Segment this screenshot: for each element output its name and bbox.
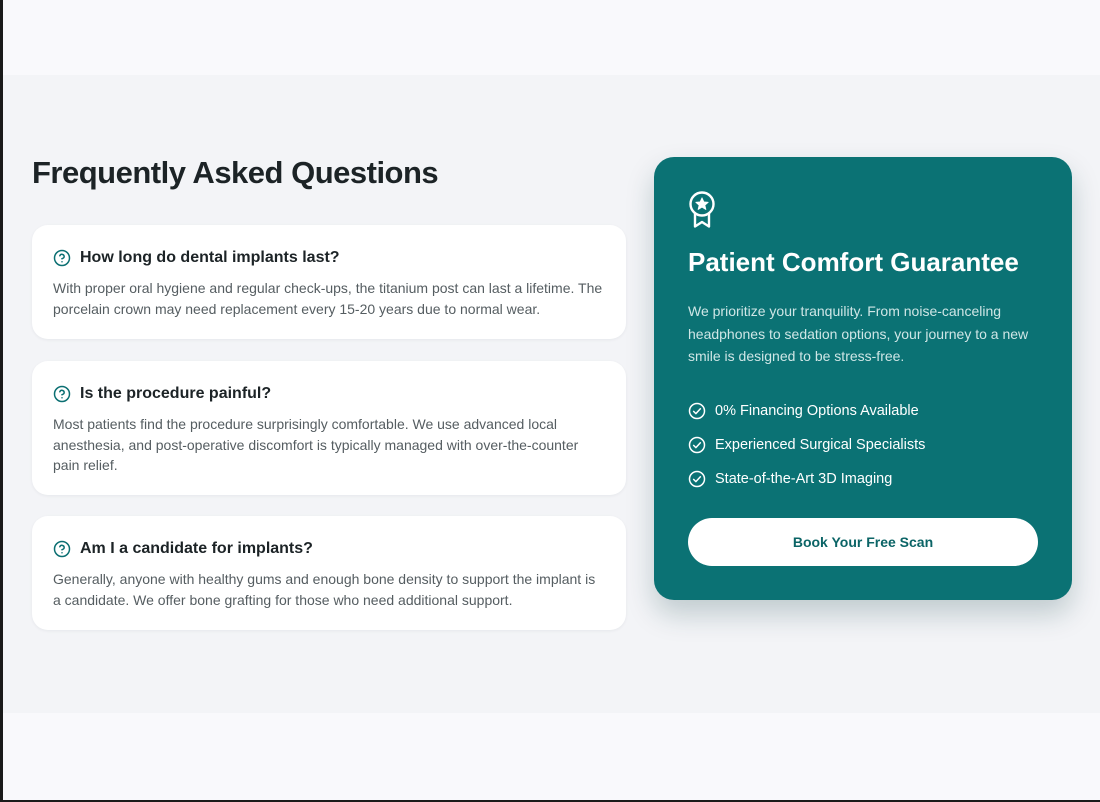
faq-question: How long do dental implants last? [80,249,340,266]
check-circle-icon [688,470,706,488]
question-circle-icon [53,385,71,403]
feature-label: Experienced Surgical Specialists [715,437,926,453]
feature-label: 0% Financing Options Available [715,403,919,419]
faq-question-row[interactable]: Is the procedure painful? [53,382,605,406]
faq-item[interactable]: How long do dental implants last? With p… [32,225,626,339]
faq-question-row[interactable]: How long do dental implants last? [53,246,605,270]
guarantee-title: Patient Comfort Guarantee [688,247,1019,277]
check-circle-icon [688,436,706,454]
faq-title: Frequently Asked Questions [32,155,439,190]
guarantee-card: Patient Comfort Guarantee We prioritize … [654,157,1072,600]
faq-answer: With proper oral hygiene and regular che… [53,280,603,317]
faq-answer: Generally, anyone with healthy gums and … [53,571,596,608]
book-free-scan-button[interactable]: Book Your Free Scan [688,518,1038,566]
faq-question-row[interactable]: Am I a candidate for implants? [53,537,605,561]
faq-item[interactable]: Is the procedure painful? Most patients … [32,361,626,495]
award-icon [687,191,717,229]
faq-question: Is the procedure painful? [80,385,272,402]
feature-label: State-of-the-Art 3D Imaging [715,471,893,487]
faq-item[interactable]: Am I a candidate for implants? Generally… [32,516,626,630]
faq-question: Am I a candidate for implants? [80,540,313,557]
question-circle-icon [53,540,71,558]
check-circle-icon [688,402,706,420]
feature-item: State-of-the-Art 3D Imaging [688,462,925,496]
page: Frequently Asked Questions How long do d… [3,0,1100,800]
faq-section: Frequently Asked Questions How long do d… [3,75,1100,713]
faq-answer: Most patients find the procedure surpris… [53,416,579,473]
feature-list: 0% Financing Options Available Experienc… [688,394,925,496]
feature-item: Experienced Surgical Specialists [688,428,925,462]
question-circle-icon [53,249,71,267]
feature-item: 0% Financing Options Available [688,394,925,428]
guarantee-description: We prioritize your tranquility. From noi… [688,303,1029,364]
